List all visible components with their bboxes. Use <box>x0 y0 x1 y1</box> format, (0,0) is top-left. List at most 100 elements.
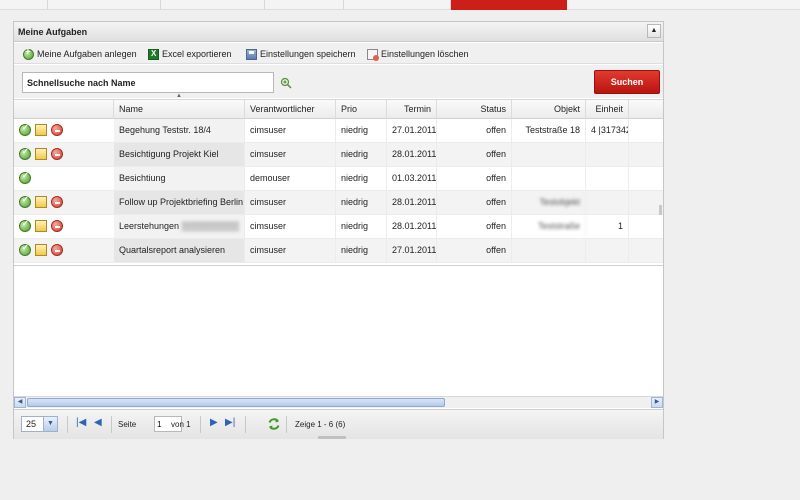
first-page-icon[interactable]: |◀ <box>76 417 86 429</box>
nav-tab[interactable] <box>344 0 451 10</box>
complete-task-icon[interactable] <box>19 195 31 208</box>
add-task-button[interactable]: Meine Aufgaben anlegen <box>23 47 137 61</box>
scroll-left-icon[interactable]: ◀ <box>14 397 26 408</box>
horizontal-scrollbar[interactable]: ◀ ▶ <box>14 396 663 408</box>
next-page-icon[interactable]: ▶ <box>210 417 218 429</box>
cell-objekt <box>512 143 586 166</box>
delete-task-icon[interactable] <box>51 244 63 256</box>
excel-icon <box>148 48 159 60</box>
delete-task-icon[interactable] <box>51 196 63 208</box>
table-row[interactable]: Besichtiung demouser niedrig 01.03.2011 … <box>14 167 663 191</box>
column-header-owner[interactable]: Verantwortlicher <box>245 100 336 119</box>
cell-termin: 28.01.2011 <box>387 143 437 166</box>
resize-handle[interactable] <box>318 436 346 439</box>
column-header-status[interactable]: Status <box>437 100 512 119</box>
page-size-select[interactable]: 25 ▼ <box>21 416 58 432</box>
cell-status: offen <box>437 191 512 214</box>
page-label: Seite <box>118 420 137 429</box>
previous-page-icon[interactable]: ◀ <box>94 417 102 429</box>
page-size-value: 25 <box>26 419 37 429</box>
column-header-prio[interactable]: Prio <box>336 100 387 119</box>
delete-task-icon[interactable] <box>51 124 63 136</box>
cell-owner: cimsuser <box>245 143 336 166</box>
delete-task-icon[interactable] <box>51 148 63 160</box>
scroll-right-icon[interactable]: ▶ <box>651 397 663 408</box>
cell-prio: niedrig <box>336 191 387 214</box>
nav-tab[interactable] <box>265 0 344 10</box>
cell-prio: niedrig <box>336 119 387 142</box>
cell-prio: niedrig <box>336 239 387 262</box>
save-icon <box>246 48 257 60</box>
table-row[interactable]: Leerstehungen ▒▒▒▒▒▒▒▒▒ cimsuser niedrig… <box>14 215 663 239</box>
sort-ascending-icon: ▲ <box>176 93 182 99</box>
cell-einheit <box>586 143 629 166</box>
table-row[interactable]: Quartalsreport analysieren cimsuser nied… <box>14 239 663 263</box>
cell-prio: niedrig <box>336 215 387 238</box>
column-header-termin[interactable]: Termin <box>387 100 437 119</box>
delete-settings-button[interactable]: Einstellungen löschen <box>367 47 469 61</box>
excel-export-label: Excel exportieren <box>162 49 232 59</box>
column-header-name-label: Name <box>119 104 144 114</box>
search-row: Suchen <box>14 65 663 98</box>
nav-tab[interactable] <box>0 0 48 10</box>
cell-name: Quartalsreport analysieren <box>114 239 245 262</box>
nav-tab[interactable] <box>48 0 161 10</box>
cell-status: offen <box>437 119 512 142</box>
toolbar-separator <box>67 416 68 433</box>
cell-objekt <box>512 239 586 262</box>
nav-tab-active[interactable] <box>451 0 567 10</box>
column-header-objekt[interactable]: Objekt <box>512 100 586 119</box>
search-options-icon[interactable] <box>280 77 292 89</box>
edit-note-icon[interactable] <box>35 124 47 136</box>
grid-header: Name ▲ Verantwortlicher Prio Termin Stat… <box>14 93 663 119</box>
last-page-icon[interactable]: ▶| <box>225 417 235 429</box>
edit-note-icon[interactable] <box>35 244 47 256</box>
cell-owner: cimsuser <box>245 119 336 142</box>
quick-search-input[interactable] <box>22 72 274 93</box>
cell-owner: cimsuser <box>245 215 336 238</box>
edit-note-icon[interactable] <box>35 196 47 208</box>
complete-task-icon[interactable] <box>19 219 31 232</box>
cell-objekt: Testobjekt <box>512 191 586 214</box>
refresh-icon[interactable] <box>267 417 281 431</box>
vertical-scroll-grip[interactable] <box>659 205 662 215</box>
edit-note-icon[interactable] <box>35 220 47 232</box>
edit-note-icon[interactable] <box>35 148 47 160</box>
table-row[interactable]: Begehung Teststr. 18/4 cimsuser niedrig … <box>14 119 663 143</box>
complete-task-icon[interactable] <box>19 147 31 160</box>
toolbar-separator <box>111 416 112 433</box>
top-navigation <box>0 0 800 10</box>
search-button[interactable]: Suchen <box>594 70 660 94</box>
column-header-einheit[interactable]: Einheit <box>586 100 629 119</box>
column-header-actions <box>14 100 114 119</box>
chevron-down-icon[interactable]: ▼ <box>43 417 57 431</box>
excel-export-button[interactable]: Excel exportieren <box>148 47 232 61</box>
collapse-button[interactable]: ▲ <box>647 24 661 38</box>
column-header-termin-label: Termin <box>403 104 431 114</box>
column-header-owner-label: Verantwortlicher <box>250 104 315 114</box>
nav-tab[interactable] <box>161 0 265 10</box>
toolbar: Meine Aufgaben anlegen Excel exportieren… <box>14 43 663 64</box>
cell-termin: 01.03.2011 <box>387 167 437 190</box>
delete-task-icon[interactable] <box>51 220 63 232</box>
page-count-label: von 1 <box>171 420 191 429</box>
complete-task-icon[interactable] <box>19 243 31 256</box>
cell-einheit: 4 |317342 <box>586 119 629 142</box>
column-header-name[interactable]: Name <box>114 100 245 119</box>
save-settings-label: Einstellungen speichern <box>260 49 356 59</box>
scrollbar-thumb[interactable] <box>27 398 445 407</box>
cell-status: offen <box>437 143 512 166</box>
toolbar-separator <box>200 416 201 433</box>
delete-settings-label: Einstellungen löschen <box>381 49 469 59</box>
column-header-status-label: Status <box>480 104 506 114</box>
cell-einheit <box>586 239 629 262</box>
complete-task-icon[interactable] <box>19 171 31 184</box>
complete-task-icon[interactable] <box>19 123 31 136</box>
save-settings-button[interactable]: Einstellungen speichern <box>246 47 356 61</box>
panel-title: Meine Aufgaben <box>18 27 88 37</box>
table-row[interactable]: Besichtigung Projekt Kiel cimsuser niedr… <box>14 143 663 167</box>
cell-termin: 28.01.2011 <box>387 191 437 214</box>
table-row[interactable]: Follow up Projektbriefing Berlin cimsuse… <box>14 191 663 215</box>
cell-einheit <box>586 167 629 190</box>
cell-name: Besichtiung <box>114 167 245 190</box>
